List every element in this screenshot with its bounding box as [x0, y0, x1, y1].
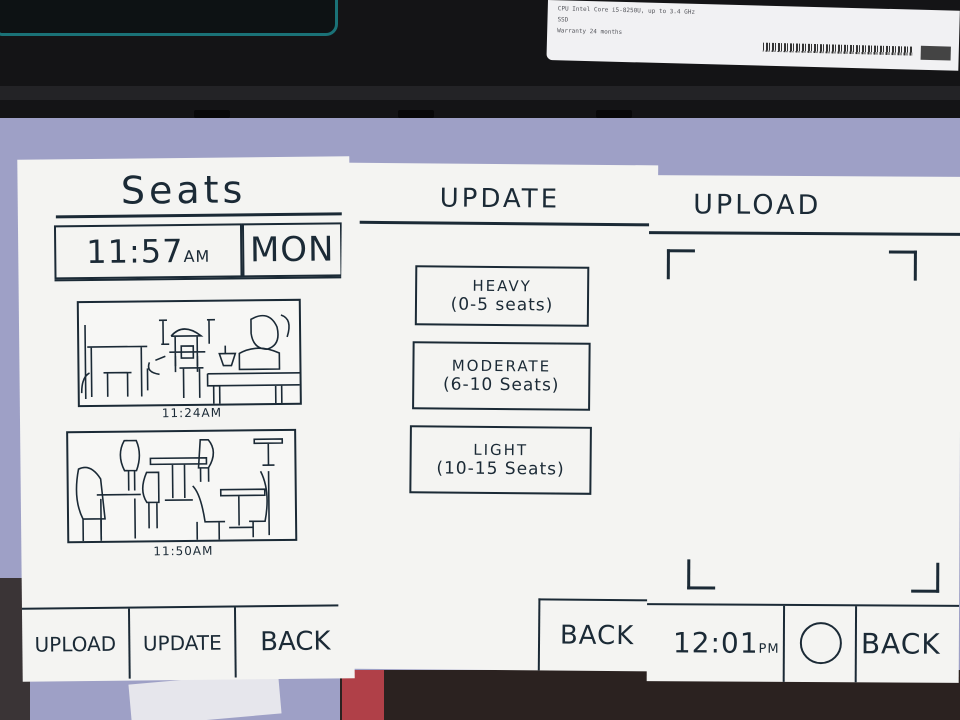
qr-code [920, 45, 951, 61]
current-time: 12:01PM [673, 605, 780, 682]
laptop-hinge [0, 86, 960, 100]
option-light[interactable]: LIGHT (10-15 Seats) [409, 425, 592, 495]
spec-sticker: CPU Intel Core i5-8250U, up to 3.4 GHz S… [546, 0, 960, 71]
back-button[interactable]: BACK [861, 606, 941, 682]
viewfinder-corner [911, 562, 940, 593]
divider [649, 231, 960, 236]
back-button[interactable]: BACK [537, 598, 655, 672]
viewfinder-corner [888, 250, 917, 281]
time-value: 11:57 [86, 232, 184, 272]
cafe-sketch-image [75, 438, 284, 542]
shutter-circle-icon [799, 621, 842, 665]
option-level: MODERATE [451, 356, 552, 376]
page-title: UPLOAD [693, 189, 822, 222]
camera-viewfinder[interactable] [665, 249, 940, 593]
option-level: HEAVY [472, 276, 532, 296]
time-suffix: AM [183, 246, 211, 267]
laptop-foot [194, 110, 230, 118]
viewfinder-corner [687, 559, 716, 590]
divider [55, 212, 350, 219]
current-day: MON [241, 222, 343, 278]
photo-timestamp: 11:50AM [153, 543, 214, 559]
update-screen: UPDATE HEAVY (0-5 seats) MODERATE (6-10 … [337, 162, 659, 672]
capture-button[interactable] [782, 605, 858, 683]
laptop-screen-edge [0, 0, 338, 36]
bottom-nav: 12:01PM BACK [646, 603, 960, 683]
option-moderate[interactable]: MODERATE (6-10 Seats) [412, 341, 591, 411]
divider [359, 220, 658, 227]
seat-photo-thumbnail[interactable] [76, 298, 302, 408]
upload-button[interactable]: UPLOAD [21, 608, 131, 680]
time-suffix: PM [758, 641, 780, 657]
page-title: UPDATE [439, 183, 561, 215]
bottom-nav: UPLOAD UPDATE BACK [21, 604, 355, 680]
viewfinder-corner [666, 249, 695, 280]
update-button[interactable]: UPDATE [129, 607, 237, 679]
cafe-sketch-image [80, 314, 302, 408]
time-value: 12:01 [672, 626, 759, 660]
option-range: (6-10 Seats) [442, 374, 560, 396]
seat-photo-thumbnail[interactable] [66, 428, 298, 544]
current-time: 11:57AM [53, 223, 243, 280]
page-title: Seats [120, 167, 247, 213]
laptop-foot [596, 110, 632, 118]
option-heavy[interactable]: HEAVY (0-5 seats) [414, 265, 590, 327]
option-range: (0-5 seats) [450, 294, 554, 316]
laptop-foot [398, 110, 434, 118]
seats-screen: Seats 11:57AM MON 11:24AM 11:50AM UPLOAD… [17, 156, 355, 682]
option-range: (10-15 Seats) [436, 458, 565, 480]
option-level: LIGHT [473, 440, 529, 460]
photo-timestamp: 11:24AM [161, 405, 223, 421]
upload-screen: UPLOAD 12:01PM BACK [646, 175, 960, 683]
